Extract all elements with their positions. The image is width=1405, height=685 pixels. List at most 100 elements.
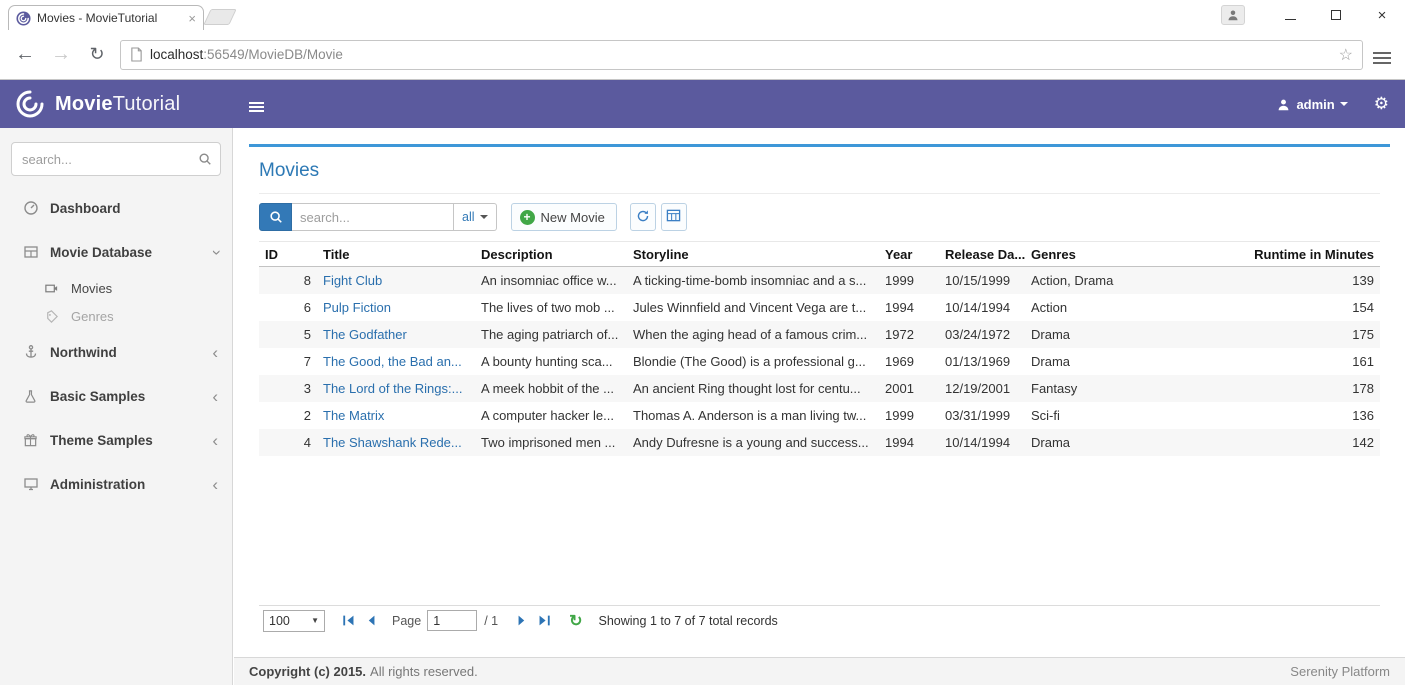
cell-storyline: Thomas A. Anderson is a man living tw... [627, 402, 879, 429]
brand[interactable]: MovieTutorial [0, 88, 233, 120]
sidebar-item-movies[interactable]: Movies [0, 274, 232, 302]
grid-search-button[interactable] [259, 203, 292, 231]
chevron-left-icon: ‹ [212, 388, 218, 405]
cell-storyline: A ticking-time-bomb insomniac and a s... [627, 267, 879, 294]
cell-genres: Fantasy [1025, 375, 1147, 402]
column-header-title[interactable]: Title [317, 242, 475, 266]
movies-grid: IDTitleDescriptionStorylineYearRelease D… [259, 241, 1380, 635]
new-tab-button[interactable] [203, 9, 236, 25]
cell-year: 1972 [879, 321, 939, 348]
cell-id: 7 [259, 348, 317, 375]
cell-runtime: 161 [1147, 348, 1380, 375]
chevron-left-icon: ‹ [212, 476, 218, 493]
next-page-button[interactable] [515, 614, 528, 627]
main-content: Movies all + New Movie [234, 128, 1405, 657]
tags-icon [43, 309, 60, 324]
column-header-year[interactable]: Year [879, 242, 939, 266]
column-header-runtime[interactable]: Runtime in Minutes [1147, 242, 1380, 266]
serenity-logo-icon [14, 88, 46, 120]
browser-menu-icon[interactable] [1373, 46, 1391, 64]
bookmark-star-icon[interactable]: ☆ [1339, 45, 1353, 65]
movie-title-link[interactable]: The Lord of the Rings:... [323, 381, 462, 396]
first-page-button[interactable] [342, 614, 355, 627]
plus-circle-icon: + [520, 210, 535, 225]
sidebar-toggle-button[interactable] [249, 95, 264, 113]
gift-icon [22, 433, 39, 448]
pager-refresh-icon[interactable]: ↻ [569, 611, 582, 631]
cell-release-date: 12/19/2001 [939, 375, 1025, 402]
page-size-select[interactable]: 100 ▼ [263, 610, 325, 632]
browser-tab[interactable]: Movies - MovieTutorial × [8, 5, 204, 30]
window-minimize-button[interactable] [1267, 1, 1313, 29]
cell-runtime: 154 [1147, 294, 1380, 321]
page-label: Page [392, 614, 421, 628]
window-maximize-button[interactable] [1313, 1, 1359, 29]
minimize-icon [1285, 19, 1296, 20]
settings-gears-icon[interactable]: ⚙ [1374, 94, 1389, 114]
search-icon [198, 152, 212, 166]
column-header-release-date[interactable]: Release Da... [939, 242, 1025, 266]
sidebar-item-genres[interactable]: Genres [0, 302, 232, 330]
refresh-grid-button[interactable] [630, 203, 656, 231]
cell-year: 1999 [879, 402, 939, 429]
page-title: Movies [259, 147, 1380, 194]
column-header-storyline[interactable]: Storyline [627, 242, 879, 266]
sidebar-item-northwind[interactable]: Northwind ‹ [0, 330, 232, 374]
cell-release-date: 10/15/1999 [939, 267, 1025, 294]
cell-storyline: Jules Winnfield and Vincent Vega are t..… [627, 294, 879, 321]
column-picker-button[interactable] [661, 203, 687, 231]
grid-search-input[interactable] [292, 203, 454, 231]
sidebar-item-label: Genres [71, 309, 114, 324]
search-field-dropdown[interactable]: all [454, 203, 497, 231]
window-close-button[interactable]: × [1359, 1, 1405, 29]
sidebar-item-basic-samples[interactable]: Basic Samples ‹ [0, 374, 232, 418]
cell-genres: Drama [1025, 429, 1147, 456]
page-total: / 1 [484, 614, 498, 628]
cell-genres: Sci-fi [1025, 402, 1147, 429]
user-icon [1277, 98, 1290, 111]
table-row: 3The Lord of the Rings:...A meek hobbit … [259, 375, 1380, 402]
cell-title: The Good, the Bad an... [317, 348, 475, 375]
cell-description: A bounty hunting sca... [475, 348, 627, 375]
tab-title: Movies - MovieTutorial [37, 11, 182, 25]
back-button[interactable]: ← [14, 43, 36, 66]
reload-button[interactable]: ↻ [86, 44, 108, 65]
address-bar[interactable]: localhost:56549/MovieDB/Movie ☆ [120, 40, 1363, 70]
page-number-input[interactable] [427, 610, 477, 631]
cell-title: The Lord of the Rings:... [317, 375, 475, 402]
copyright-text: Copyright (c) 2015. [249, 664, 366, 679]
tab-close-icon[interactable]: × [188, 11, 196, 26]
column-header-description[interactable]: Description [475, 242, 627, 266]
movie-title-link[interactable]: The Good, the Bad an... [323, 354, 462, 369]
site-favicon-icon [16, 11, 31, 26]
sidebar-item-theme-samples[interactable]: Theme Samples ‹ [0, 418, 232, 462]
last-page-button[interactable] [538, 614, 551, 627]
movie-title-link[interactable]: Fight Club [323, 273, 382, 288]
sidebar-item-administration[interactable]: Administration ‹ [0, 462, 232, 506]
movie-title-link[interactable]: The Matrix [323, 408, 384, 423]
column-header-genres[interactable]: Genres [1025, 242, 1147, 266]
cell-runtime: 175 [1147, 321, 1380, 348]
sidebar-search-input[interactable] [22, 152, 198, 167]
new-movie-button[interactable]: + New Movie [511, 203, 617, 231]
cell-runtime: 139 [1147, 267, 1380, 294]
movie-title-link[interactable]: The Shawshank Rede... [323, 435, 462, 450]
movie-title-link[interactable]: Pulp Fiction [323, 300, 391, 315]
prev-page-button[interactable] [365, 614, 378, 627]
page-icon [130, 47, 143, 62]
cell-description: The lives of two mob ... [475, 294, 627, 321]
sidebar-item-dashboard[interactable]: Dashboard [0, 186, 232, 230]
cell-storyline: An ancient Ring thought lost for centu..… [627, 375, 879, 402]
movie-title-link[interactable]: The Godfather [323, 327, 407, 342]
anchor-icon [22, 344, 39, 360]
cell-year: 1994 [879, 294, 939, 321]
user-menu[interactable]: admin [1277, 97, 1347, 112]
app-header: MovieTutorial admin ⚙ [0, 80, 1405, 128]
cell-year: 1999 [879, 267, 939, 294]
cell-description: An insomniac office w... [475, 267, 627, 294]
column-header-id[interactable]: ID [259, 242, 317, 266]
forward-button[interactable]: → [50, 43, 72, 66]
grid-body: 8Fight ClubAn insomniac office w...A tic… [259, 267, 1380, 605]
browser-profile-button[interactable] [1221, 5, 1245, 25]
sidebar-item-movie-database[interactable]: Movie Database ‹ [0, 230, 232, 274]
